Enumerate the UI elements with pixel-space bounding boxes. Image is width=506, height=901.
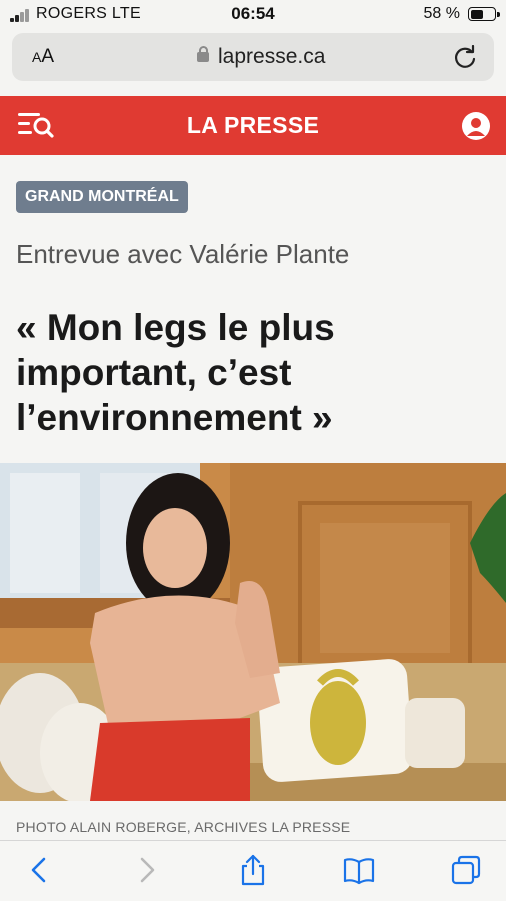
reload-icon[interactable]: [452, 45, 478, 71]
share-icon[interactable]: [236, 853, 270, 887]
bookmarks-icon[interactable]: [342, 853, 376, 887]
user-account-icon[interactable]: [462, 112, 490, 140]
address-domain[interactable]: lapresse.ca: [218, 45, 325, 69]
browser-toolbar: [0, 840, 506, 901]
article-content: GRAND MONTRÉAL Entrevue avec Valérie Pla…: [0, 155, 506, 840]
site-header: LA PRESSE: [0, 96, 506, 155]
article-kicker: Entrevue avec Valérie Plante: [16, 239, 350, 269]
address-bar[interactable]: AA lapresse.ca: [12, 33, 494, 81]
section-tag[interactable]: GRAND MONTRÉAL: [16, 181, 188, 213]
text-size-button[interactable]: AA: [32, 46, 54, 68]
article-photo[interactable]: [0, 463, 506, 801]
photo-credit: PHOTO ALAIN ROBERGE, ARCHIVES LA PRESSE: [16, 819, 351, 835]
back-icon[interactable]: [22, 853, 56, 887]
browser-address-area: AA lapresse.ca: [0, 30, 506, 96]
status-bar: ROGERS LTE 06:54 58 %: [0, 0, 506, 30]
lock-icon: [197, 46, 209, 62]
battery-percent: 58 %: [423, 5, 460, 22]
tabs-icon[interactable]: [449, 853, 483, 887]
forward-icon[interactable]: [130, 853, 164, 887]
battery-icon: [468, 7, 500, 21]
article-headline: « Mon legs le plus important, c’est l’en…: [16, 307, 335, 438]
site-logo[interactable]: LA PRESSE: [0, 112, 506, 139]
